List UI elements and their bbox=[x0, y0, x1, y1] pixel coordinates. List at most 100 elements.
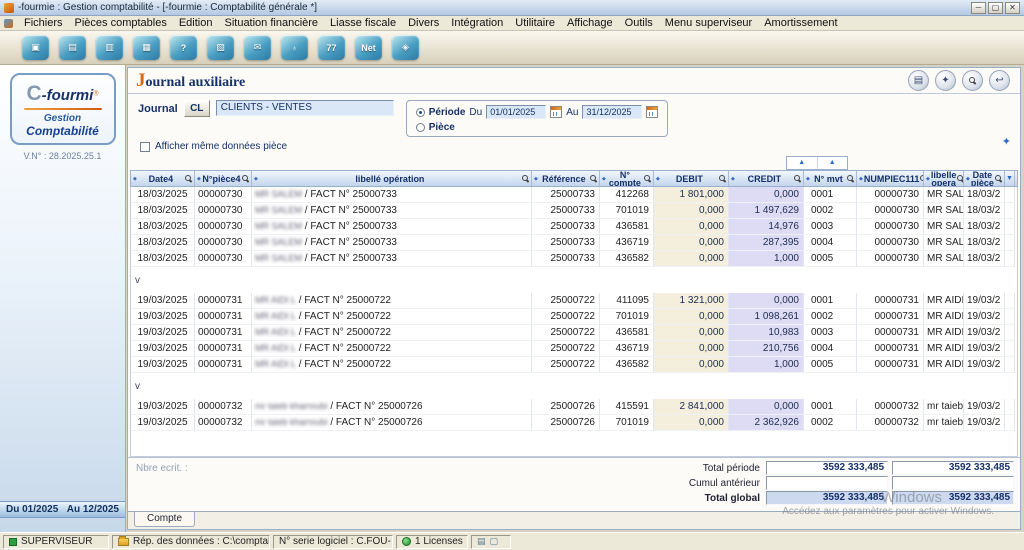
column-search-icon[interactable] bbox=[185, 175, 192, 183]
column-search-icon[interactable] bbox=[794, 175, 801, 183]
periode-radio[interactable] bbox=[416, 108, 425, 117]
column-search-icon[interactable] bbox=[957, 175, 964, 183]
print-button[interactable]: ▤ bbox=[908, 70, 929, 91]
meme-donnees-checkbox[interactable] bbox=[140, 142, 150, 152]
column-header-libelle-opera[interactable]: ◆libelle opera bbox=[924, 171, 964, 186]
exercise-period-bar[interactable]: Du 01/2025 Au 12/2025 bbox=[0, 501, 125, 518]
compte-cell: 436582 bbox=[600, 251, 654, 267]
minimize-button[interactable]: ─ bbox=[971, 2, 986, 14]
close-button[interactable]: ✕ bbox=[1005, 2, 1020, 14]
column-header-date4[interactable]: ◆Date4 bbox=[131, 171, 195, 186]
group-collapse-marker[interactable]: v bbox=[131, 373, 1017, 399]
column-search-icon[interactable] bbox=[995, 175, 1002, 183]
group-collapse-marker[interactable]: v bbox=[131, 267, 1017, 293]
date-cell: 18/03/2025 bbox=[131, 203, 195, 219]
app-icon bbox=[4, 3, 14, 13]
menu-item-menu-superviseur[interactable]: Menu superviseur bbox=[659, 17, 758, 29]
globe-icon[interactable]: ♁ bbox=[281, 35, 308, 60]
column-header-debit[interactable]: ◆DEBIT bbox=[654, 171, 729, 186]
column-header-n-compte[interactable]: ◆N° compte bbox=[600, 171, 654, 186]
table-nav-buttons[interactable]: ▲▲ bbox=[786, 156, 848, 170]
column-header-r-f-rence[interactable]: ◆Référence bbox=[532, 171, 600, 186]
column-header-numpiec111[interactable]: ◆NUMPIEC111 bbox=[857, 171, 924, 186]
column-header-credit[interactable]: ◆CREDIT bbox=[729, 171, 804, 186]
exit-icon[interactable]: ◈ bbox=[392, 35, 419, 60]
date-from-field[interactable]: 01/01/2025 bbox=[486, 105, 546, 119]
column-search-icon[interactable] bbox=[242, 175, 249, 183]
column-header-date-pi-ce[interactable]: ◆Date pièce bbox=[964, 171, 1005, 186]
menu-item-utilitaire[interactable]: Utilitaire bbox=[509, 17, 561, 29]
menu-item-outils[interactable]: Outils bbox=[619, 17, 659, 29]
column-header-libell-op-ration[interactable]: ◆libellé opération bbox=[252, 171, 532, 186]
menu-item-int-gration[interactable]: Intégration bbox=[445, 17, 509, 29]
column-search-icon[interactable] bbox=[847, 175, 854, 183]
journal-row[interactable]: 19/03/202500000732mr taieb kharroubi / F… bbox=[131, 415, 1017, 431]
end-cell bbox=[1005, 341, 1015, 357]
user-online-icon bbox=[9, 538, 17, 546]
card-file-icon[interactable]: ▥ bbox=[96, 35, 123, 60]
end-cell bbox=[1005, 415, 1015, 431]
menu-item-pi-ces-comptables[interactable]: Pièces comptables bbox=[69, 17, 173, 29]
journal-row[interactable]: 19/03/202500000732mr taieb kharroubi / F… bbox=[131, 399, 1017, 415]
chat-icon[interactable]: 77 bbox=[318, 35, 345, 60]
calendar-from-icon[interactable] bbox=[550, 106, 562, 118]
piece-cell: 00000731 bbox=[195, 293, 252, 309]
redacted-name: MR SALEM bbox=[255, 189, 302, 199]
journal-row[interactable]: 18/03/202500000730MR SALEM / FACT N° 250… bbox=[131, 203, 1017, 219]
debit-cell: 0,000 bbox=[654, 251, 729, 267]
libelle2-cell: MR AIDI L bbox=[924, 325, 964, 341]
column-filter-icon[interactable]: ▼ bbox=[1005, 171, 1015, 186]
column-search-icon[interactable] bbox=[522, 175, 529, 183]
menu-item-situation-financi-re[interactable]: Situation financière bbox=[218, 17, 324, 29]
cube-icon[interactable]: ▣ bbox=[22, 35, 49, 60]
piece-radio[interactable] bbox=[416, 123, 425, 132]
libelle2-cell: MR SALEM bbox=[924, 251, 964, 267]
journal-name-field[interactable]: CLIENTS - VENTES bbox=[216, 100, 394, 116]
mail-icon[interactable]: ✉ bbox=[244, 35, 271, 60]
debit-cell: 2 841,000 bbox=[654, 399, 729, 415]
journal-row[interactable]: 19/03/202500000731MR AIDI L / FACT N° 25… bbox=[131, 309, 1017, 325]
search-button[interactable] bbox=[962, 70, 983, 91]
numpiece-cell: 00000730 bbox=[857, 235, 924, 251]
column-search-icon[interactable] bbox=[719, 175, 726, 183]
journal-row[interactable]: 19/03/202500000731MR AIDI L / FACT N° 25… bbox=[131, 341, 1017, 357]
menu-item-divers[interactable]: Divers bbox=[402, 17, 445, 29]
period-groupbox: Période Du 01/01/2025 Au 31/12/2025 Pièc… bbox=[406, 100, 669, 137]
sparkle-icon[interactable]: ✦ bbox=[1002, 135, 1011, 148]
journal-row[interactable]: 18/03/202500000730MR SALEM / FACT N° 250… bbox=[131, 235, 1017, 251]
menu-item-fichiers[interactable]: Fichiers bbox=[18, 17, 69, 29]
export-button[interactable]: ✦ bbox=[935, 70, 956, 91]
date-cell: 19/03/2025 bbox=[131, 325, 195, 341]
column-header-n-mvt[interactable]: ◆N° mvt bbox=[804, 171, 857, 186]
date-to-field[interactable]: 31/12/2025 bbox=[582, 105, 642, 119]
column-search-icon[interactable] bbox=[590, 175, 597, 183]
calendar-to-icon[interactable] bbox=[646, 106, 658, 118]
status-serial-segment: N° serie logiciel : C.FOU- bbox=[273, 535, 393, 549]
net-icon[interactable]: Net bbox=[355, 35, 382, 60]
journal-code-button[interactable]: CL bbox=[184, 100, 210, 117]
journal-row[interactable]: 18/03/202500000730MR SALEM / FACT N° 250… bbox=[131, 251, 1017, 267]
books-icon[interactable]: ▧ bbox=[207, 35, 234, 60]
column-header-n-pi-ce4[interactable]: ◆N°pièce4 bbox=[195, 171, 252, 186]
journal-row[interactable]: 19/03/202500000731MR AIDI L / FACT N° 25… bbox=[131, 293, 1017, 309]
journal-row[interactable]: 18/03/202500000730MR SALEM / FACT N° 250… bbox=[131, 187, 1017, 203]
help-icon[interactable]: ? bbox=[170, 35, 197, 60]
credit-cell: 0,000 bbox=[729, 187, 804, 203]
logo-gestion-label: Gestion bbox=[16, 113, 110, 124]
date-cell: 18/03/2025 bbox=[131, 251, 195, 267]
maximize-button[interactable]: ▢ bbox=[988, 2, 1003, 14]
menu-item-amortissement[interactable]: Amortissement bbox=[758, 17, 843, 29]
journal-row[interactable]: 19/03/202500000731MR AIDI L / FACT N° 25… bbox=[131, 325, 1017, 341]
exit-button[interactable]: ↩ bbox=[989, 70, 1010, 91]
journal-row[interactable]: 18/03/202500000730MR SALEM / FACT N° 250… bbox=[131, 219, 1017, 235]
total-periode-label: Total période bbox=[703, 463, 760, 474]
menu-item-edition[interactable]: Edition bbox=[173, 17, 219, 29]
menu-item-liasse-fiscale[interactable]: Liasse fiscale bbox=[324, 17, 402, 29]
menu-item-affichage[interactable]: Affichage bbox=[561, 17, 619, 29]
drawers-icon[interactable]: ▤ bbox=[59, 35, 86, 60]
binder-icon[interactable]: ▦ bbox=[133, 35, 160, 60]
column-search-icon[interactable] bbox=[644, 175, 651, 183]
redacted-name: MR SALEM bbox=[255, 205, 302, 215]
tab-compte[interactable]: Compte bbox=[134, 512, 195, 527]
journal-row[interactable]: 19/03/202500000731MR AIDI L / FACT N° 25… bbox=[131, 357, 1017, 373]
